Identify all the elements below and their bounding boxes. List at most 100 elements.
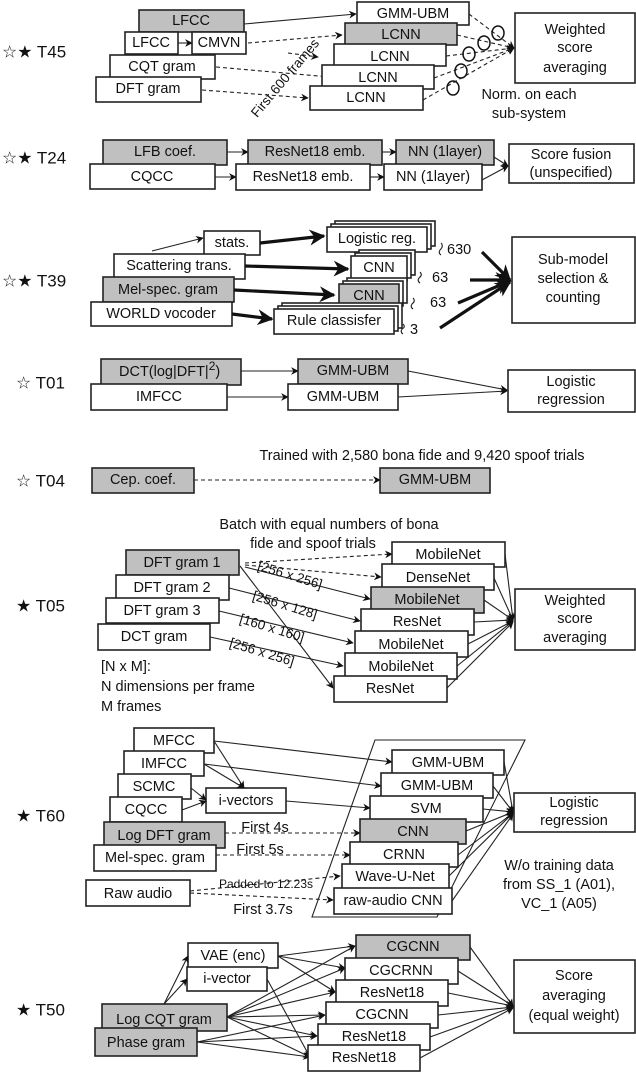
model-label: SVM (410, 801, 441, 817)
count-label: 3 (410, 322, 418, 338)
model-label: ResNet18 (360, 985, 424, 1001)
model-label: MobileNet (415, 547, 480, 563)
fusion-label: averaging (543, 60, 607, 76)
model-label: MobileNet (368, 659, 433, 675)
model-label: CNN (397, 824, 428, 840)
model-label: CRNN (383, 847, 425, 863)
input-label: DFT gram 3 (123, 603, 200, 619)
input-label: stats. (215, 235, 250, 251)
embedding-label: ResNet18 emb. (253, 169, 354, 185)
model-label: CGCNN (386, 939, 439, 955)
system-t24: ☆★ T24 LFB coef. CQCC ResNet18 emb. ResN… (2, 139, 635, 191)
input-label: CMVN (198, 35, 241, 51)
norm-circle-icon (446, 80, 460, 96)
note: VC_1 (A05) (521, 896, 597, 912)
model-label: CNN (353, 288, 384, 304)
input-label: Cep. coef. (110, 472, 176, 488)
input-label: CQCC (125, 802, 168, 818)
model-label: Logistic reg. (338, 231, 416, 247)
model-label: LCNN (370, 49, 409, 65)
input-label: IMFCC (141, 756, 187, 772)
annotation: Padded to 12.23s (219, 877, 313, 891)
input-label: CQT gram (128, 59, 195, 75)
fusion-label: (equal weight) (528, 1008, 619, 1024)
model-label: ResNet18 (332, 1050, 396, 1066)
fusion-label: counting (546, 290, 601, 306)
fusion-label: Weighted (545, 22, 606, 38)
model-label: ResNet (366, 681, 414, 697)
intermediate-label: i-vector (203, 971, 251, 987)
model-label: raw-audio CNN (343, 893, 442, 909)
model-label: MobileNet (378, 637, 443, 653)
model-label: GMM-UBM (317, 363, 390, 379)
model-label: LCNN (346, 90, 385, 106)
input-label: CQCC (131, 169, 174, 185)
model-label: Rule classisfer (287, 313, 381, 329)
norm-circle-icon (462, 46, 476, 62)
system-t39: ☆★ T39 stats. Scattering trans. Mel-spec… (2, 220, 636, 338)
model-label: NN (1layer) (396, 169, 470, 185)
input-label: Phase gram (107, 1035, 185, 1051)
fusion-label: score (557, 40, 592, 56)
input-label: DFT gram 1 (143, 555, 220, 571)
model-label: NN (1layer) (408, 144, 482, 160)
input-label: LFB coef. (134, 144, 196, 160)
note: Trained with 2,580 bona fide and 9,420 s… (259, 448, 584, 464)
model-label: DenseNet (406, 570, 470, 586)
input-label: Scattering trans. (126, 258, 232, 274)
system-label: ☆ T04 (16, 472, 65, 491)
fusion-label: Score fusion (531, 147, 612, 163)
legend-text: M frames (101, 699, 161, 715)
model-label: MobileNet (394, 592, 459, 608)
intermediate-label: VAE (enc) (200, 948, 265, 964)
input-label: LFCC (172, 13, 210, 29)
model-label: LCNN (358, 70, 397, 86)
fusion-label: averaging (542, 988, 606, 1004)
model-label: GMM-UBM (377, 6, 450, 22)
system-label: ☆ T01 (16, 374, 65, 393)
dims-label: [256 x 256] (256, 558, 324, 592)
model-label: GMM-UBM (412, 755, 485, 771)
embedding-label: ResNet18 emb. (265, 144, 366, 160)
input-label: LFCC (132, 35, 170, 51)
model-label: CNN (363, 260, 394, 276)
fusion-label: Weighted (545, 593, 606, 609)
fusion-label: score (557, 611, 592, 627)
note: Norm. on each (481, 87, 576, 103)
count-label: 630 (447, 242, 471, 258)
model-label: ResNet (393, 614, 441, 630)
input-label: Log DFT gram (117, 828, 210, 844)
legend-text: [N x M]: (101, 659, 151, 675)
fusion-label: selection & (538, 271, 609, 287)
input-label: DCT gram (121, 629, 188, 645)
model-label: LCNN (381, 27, 420, 43)
input-label: DFT gram 2 (133, 580, 210, 596)
systems-diagram: ☆★ T45 LFCC LFCC CMVN CQT gram DFT gram … (2, 1, 636, 1072)
fusion-label: regression (537, 392, 605, 408)
count-label: 63 (432, 270, 448, 286)
system-t05: ★ T05 Batch with equal numbers of bona f… (16, 517, 636, 715)
note: W/o training data (504, 858, 615, 874)
model-label: CGCRNN (369, 963, 433, 979)
input-label: SCMC (133, 779, 176, 795)
model-label: Wave-U-Net (355, 869, 434, 885)
norm-circle-icon (454, 63, 468, 79)
input-label: DFT gram (116, 81, 181, 97)
fusion-label: regression (540, 813, 608, 829)
dims-label: [256 x 256] (228, 635, 296, 669)
fusion-label: (unspecified) (529, 165, 612, 181)
note: from SS_1 (A01), (503, 877, 615, 893)
fusion-label: Score (555, 968, 593, 984)
note: sub-system (492, 106, 566, 122)
norm-circle-icon (477, 35, 491, 51)
annotation: First 3.7s (233, 902, 293, 918)
input-label: Raw audio (104, 886, 173, 902)
model-label: GMM-UBM (307, 389, 380, 405)
input-label: Mel-spec. gram (118, 282, 218, 298)
fusion-label: Logistic (549, 795, 598, 811)
input-label: MFCC (153, 733, 195, 749)
fusion-label: averaging (543, 630, 607, 646)
system-t50: ★ T50 VAE (enc) i-vector Log CQT gram Ph… (16, 934, 636, 1072)
system-t60: ★ T60 MFCC IMFCC SCMC CQCC Log DFT gram … (16, 727, 636, 918)
input-label: IMFCC (136, 389, 182, 405)
